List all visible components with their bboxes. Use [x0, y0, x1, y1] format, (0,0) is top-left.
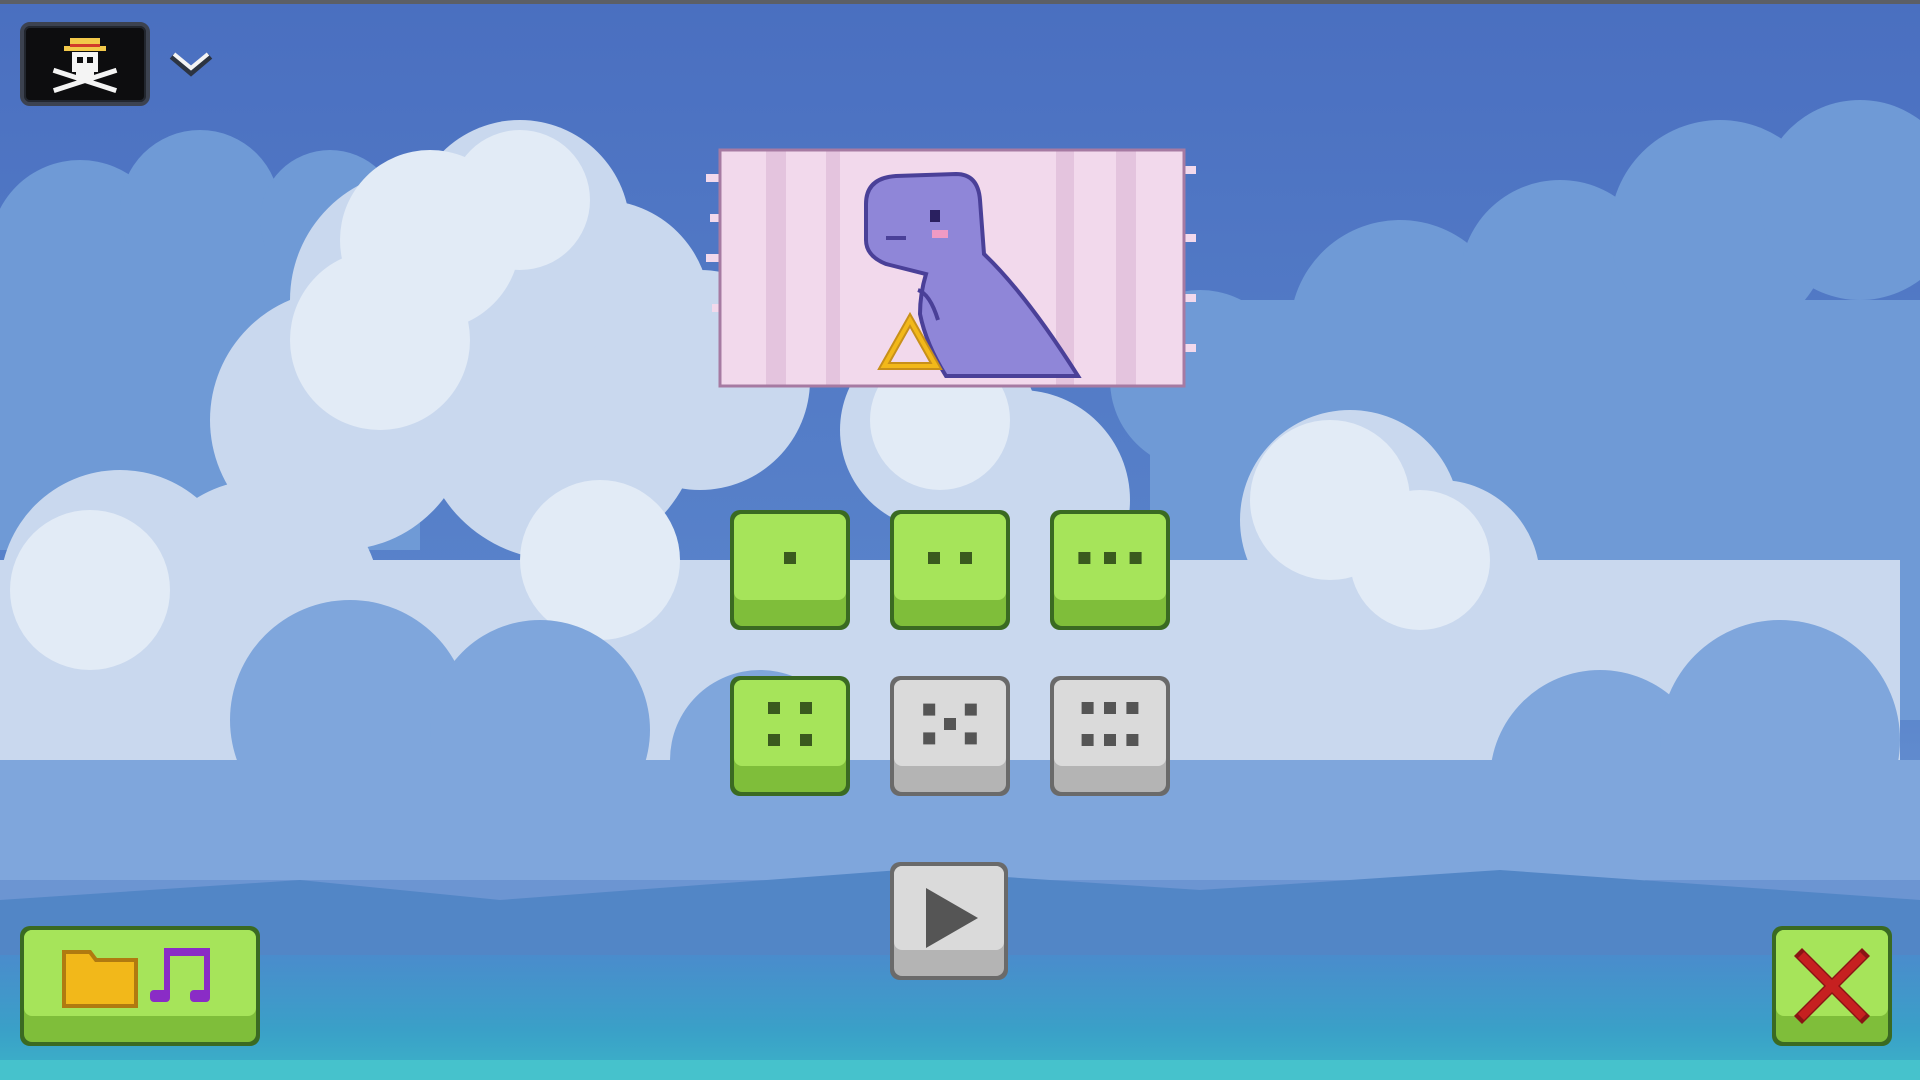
level-1-button[interactable] [728, 508, 852, 632]
pip [1104, 552, 1116, 564]
pip [768, 702, 780, 714]
play-button[interactable] [888, 860, 1010, 982]
pip [1104, 734, 1116, 746]
dice-two-icon [890, 510, 1010, 630]
pip [944, 718, 956, 730]
pip [1126, 702, 1139, 714]
pip [800, 702, 812, 714]
pip [784, 552, 796, 564]
dice-six-icon [1050, 676, 1170, 796]
close-button[interactable] [1770, 924, 1894, 1048]
pip [800, 734, 812, 746]
dice-five-icon [890, 676, 1010, 796]
level-2-button[interactable] [888, 508, 1012, 632]
pip [1129, 552, 1142, 564]
pirate-skull-flag-icon [52, 38, 118, 94]
pip [923, 732, 936, 745]
chevron-down-icon[interactable] [166, 46, 216, 82]
song-select-button[interactable] [18, 924, 262, 1048]
top-edge [0, 0, 1920, 4]
pip [923, 703, 936, 716]
pip [1078, 552, 1091, 564]
level-3-button[interactable] [1048, 508, 1172, 632]
pip [1081, 702, 1094, 714]
dice-four-icon [730, 676, 850, 796]
profile-flag-button[interactable] [20, 22, 150, 106]
folder-icon [62, 950, 138, 1008]
level-6-button[interactable] [1048, 674, 1172, 798]
dice-one-icon [730, 510, 850, 630]
pip [768, 734, 780, 746]
pip [1126, 734, 1139, 746]
dice-three-icon [1050, 510, 1170, 630]
pip [960, 552, 972, 564]
pip [1104, 702, 1116, 714]
character-banner [706, 148, 1196, 388]
pip [1081, 734, 1094, 746]
level-4-button[interactable] [728, 674, 852, 798]
pip [928, 552, 940, 564]
pip [964, 732, 977, 745]
pip [964, 703, 977, 716]
level-5-button[interactable] [888, 674, 1012, 798]
